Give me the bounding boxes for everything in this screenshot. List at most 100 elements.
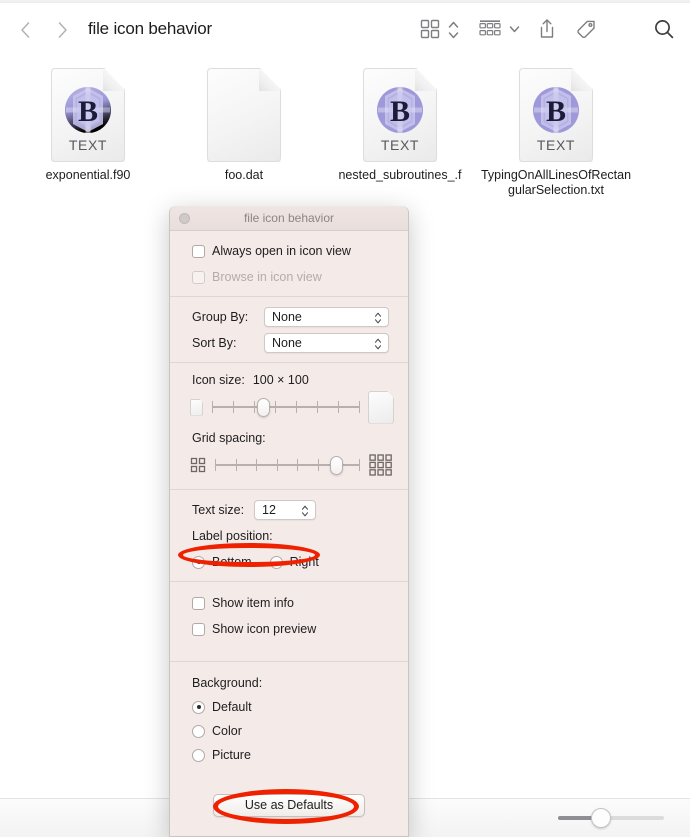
small-document-icon: [190, 398, 203, 416]
browse-in-icon-view-row: Browse in icon view: [170, 267, 408, 287]
label-position-right-label: Right: [289, 555, 319, 569]
chevron-up-down-icon: [301, 504, 309, 518]
bbedit-b-badge-icon: B: [374, 84, 426, 136]
group-by-select[interactable]: None: [264, 307, 389, 327]
chevron-down-icon[interactable]: [508, 23, 521, 35]
show-icon-preview-checkbox[interactable]: [192, 622, 205, 636]
icon-size-slider[interactable]: [212, 396, 360, 418]
document-icon: B TEXT: [519, 68, 593, 162]
chevron-left-icon[interactable]: [14, 18, 38, 42]
label-position-right-radio[interactable]: [269, 555, 283, 569]
icon-size-value: 100 × 100: [252, 373, 309, 387]
icon-zoom-slider[interactable]: [558, 808, 664, 828]
background-color-row[interactable]: Color: [170, 721, 408, 741]
grid-spacing-slider-thumb[interactable]: [329, 456, 343, 475]
large-document-icon: [368, 390, 394, 424]
text-size-row: Text size: 12: [170, 500, 408, 520]
background-picture-row[interactable]: Picture: [170, 745, 408, 765]
label-position-bottom-radio[interactable]: [192, 555, 205, 569]
document-icon: B TEXT: [363, 68, 437, 162]
always-open-in-icon-view-row[interactable]: Always open in icon view: [170, 241, 408, 261]
background-default-label: Default: [212, 700, 252, 714]
icon-size-slider-row: [170, 390, 408, 424]
show-item-info-label: Show item info: [212, 596, 294, 610]
document-icon: [207, 68, 281, 162]
text-size-select[interactable]: 12: [254, 500, 316, 520]
bbedit-b-badge-icon: B: [530, 84, 582, 136]
text-size-value: 12: [262, 503, 276, 517]
background-color-label: Color: [212, 724, 242, 738]
zoom-slider-thumb[interactable]: [591, 808, 611, 828]
background-title-row: Background:: [170, 673, 408, 693]
svg-text:B: B: [78, 95, 98, 128]
background-color-radio[interactable]: [192, 724, 205, 738]
dense-grid-icon: [368, 453, 394, 477]
label-position-label: Label position:: [192, 529, 273, 543]
sort-by-select[interactable]: None: [264, 333, 389, 353]
sort-by-row: Sort By: None: [170, 333, 408, 353]
label-position-bottom-label: Bottom: [212, 555, 252, 569]
background-default-row[interactable]: Default: [170, 697, 408, 717]
always-open-in-icon-view-checkbox[interactable]: [192, 244, 205, 258]
section-grouping: Group By: None Sort By: None: [170, 297, 408, 363]
file-item[interactable]: B TEXT TypingOnAllLinesOfRectangularSele…: [478, 68, 634, 198]
file-name-label: TypingOnAllLinesOfRectangularSelection.t…: [480, 168, 632, 197]
show-icon-preview-row[interactable]: Show icon preview: [170, 619, 408, 639]
view-options-panel: file icon behavior Always open in icon v…: [169, 206, 409, 837]
panel-titlebar[interactable]: file icon behavior: [170, 206, 408, 231]
chevron-right-icon[interactable]: [50, 18, 74, 42]
group-list-icon[interactable]: [477, 17, 503, 41]
file-name-label: exponential.f90: [45, 168, 131, 182]
browse-in-icon-view-label: Browse in icon view: [212, 270, 322, 284]
icon-size-label: Icon size:: [192, 373, 245, 387]
file-type-label: TEXT: [380, 137, 420, 153]
toolbar: file icon behavior: [0, 3, 690, 56]
always-open-in-icon-view-label: Always open in icon view: [212, 244, 351, 258]
browse-in-icon-view-checkbox: [192, 270, 205, 284]
panel-title: file icon behavior: [243, 211, 335, 225]
section-background: Background: Default Color Picture: [170, 662, 408, 765]
file-item[interactable]: B TEXT exponential.f90: [10, 68, 166, 183]
svg-text:B: B: [390, 95, 410, 128]
file-type-label: TEXT: [536, 137, 576, 153]
file-type-label: TEXT: [68, 137, 108, 153]
label-position-options-row: Bottom Right: [170, 552, 408, 572]
icon-size-title: Icon size: 100 × 100: [170, 373, 408, 387]
chevron-up-down-icon: [374, 311, 382, 325]
share-icon[interactable]: [535, 17, 559, 41]
finder-window: file icon behavior B TEXT exponential.f9…: [0, 0, 690, 837]
use-as-defaults-wrapper: Use as Defaults: [170, 794, 408, 817]
file-item[interactable]: foo.dat: [166, 68, 322, 183]
show-icon-preview-label: Show icon preview: [212, 622, 317, 636]
background-default-radio[interactable]: [192, 700, 205, 714]
grid-view-icon[interactable]: [418, 17, 442, 41]
search-icon[interactable]: [652, 17, 676, 41]
group-by-value: None: [272, 310, 302, 324]
use-as-defaults-button[interactable]: Use as Defaults: [213, 794, 365, 817]
small-grid-icon: [190, 457, 206, 473]
grid-spacing-slider-row: [170, 450, 408, 480]
tag-icon[interactable]: [574, 17, 598, 41]
chevron-up-down-icon[interactable]: [447, 19, 460, 41]
svg-text:B: B: [546, 95, 566, 128]
icon-size-slider-thumb[interactable]: [257, 398, 271, 417]
zoom-slider-track-empty: [602, 816, 664, 820]
file-item[interactable]: B TEXT nested_subroutines_.f: [322, 68, 478, 183]
grid-spacing-label: Grid spacing:: [192, 431, 266, 445]
text-size-label: Text size:: [192, 503, 245, 517]
background-label: Background:: [192, 676, 263, 690]
label-position-title-row: Label position:: [170, 526, 408, 546]
show-item-info-row[interactable]: Show item info: [170, 593, 408, 613]
bbedit-b-badge-icon: B: [62, 84, 114, 136]
show-item-info-checkbox[interactable]: [192, 596, 205, 610]
sort-by-value: None: [272, 336, 302, 350]
sort-by-label: Sort By:: [192, 336, 237, 350]
document-icon: B TEXT: [51, 68, 125, 162]
background-picture-radio[interactable]: [192, 748, 205, 762]
grid-spacing-slider[interactable]: [215, 454, 360, 476]
section-sizing: Icon size: 100 × 100 Grid spacing:: [170, 363, 408, 490]
group-by-row: Group By: None: [170, 307, 408, 327]
section-text: Text size: 12 Label position: Bottom Rig…: [170, 490, 408, 582]
background-picture-label: Picture: [212, 748, 251, 762]
file-name-label: nested_subroutines_.f: [338, 168, 462, 182]
